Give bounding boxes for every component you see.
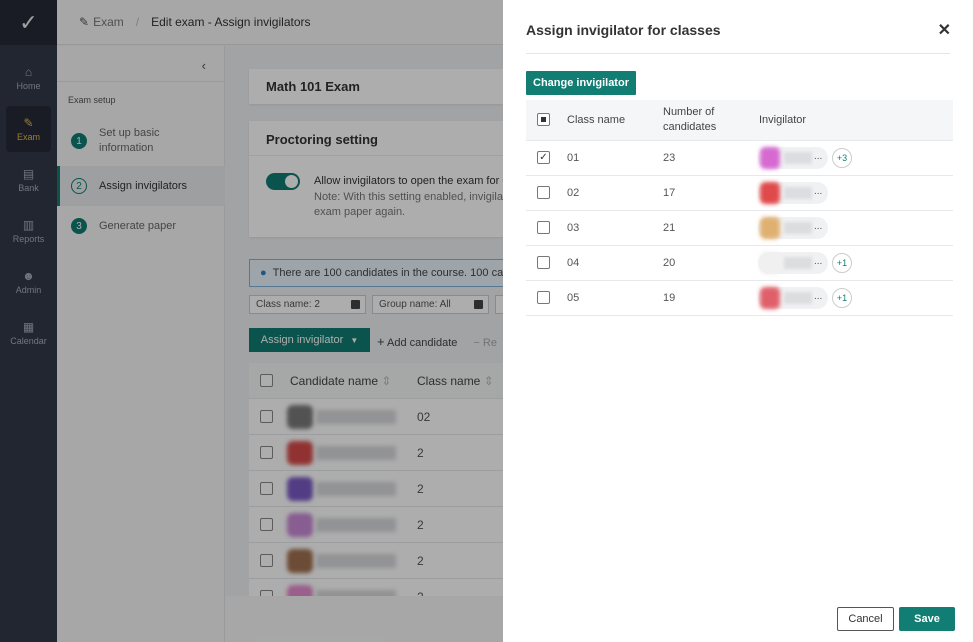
invigilator-chip[interactable]: ...	[758, 147, 828, 169]
invigilator-chip[interactable]: ...	[758, 287, 828, 309]
cancel-button[interactable]: Cancel	[837, 607, 894, 631]
close-icon[interactable]: ✕	[938, 20, 951, 40]
change-invigilator-button[interactable]: Change invigilator	[526, 71, 636, 95]
assign-invigilator-drawer: Assign invigilator for classes ✕ Change …	[503, 0, 973, 642]
invigilator-name-redacted	[784, 152, 812, 164]
more-invigilators-badge[interactable]: +1	[832, 253, 852, 273]
row-checkbox[interactable]: ✓	[537, 151, 550, 164]
column-label: Number of	[663, 106, 715, 118]
invigilator-chip[interactable]: ...	[758, 252, 828, 274]
candidate-count: 17	[663, 187, 676, 199]
class-name: 04	[567, 257, 580, 269]
row-checkbox[interactable]	[537, 291, 550, 304]
invigilator-name-redacted	[784, 187, 812, 199]
class-name: 01	[567, 152, 580, 164]
col-number-of-candidates: Number of candidates	[663, 105, 716, 135]
divider	[526, 53, 950, 54]
invigilator-name-redacted	[784, 222, 812, 234]
class-name: 03	[567, 222, 580, 234]
candidate-count: 19	[663, 292, 676, 304]
save-button[interactable]: Save	[899, 607, 955, 631]
row-checkbox[interactable]	[537, 256, 550, 269]
candidate-count: 21	[663, 222, 676, 234]
invigilator-name-redacted	[784, 292, 812, 304]
ellipsis: ...	[814, 151, 823, 162]
avatar	[760, 287, 780, 309]
candidate-count: 20	[663, 257, 676, 269]
invigilator-chip[interactable]: ...	[758, 182, 828, 204]
col-invigilator: Invigilator	[759, 114, 807, 126]
avatar	[760, 217, 780, 239]
ellipsis: ...	[814, 256, 823, 267]
avatar	[760, 147, 780, 169]
class-name: 02	[567, 187, 580, 199]
class-table: Class name Number of candidates Invigilat…	[526, 100, 953, 316]
more-invigilators-badge[interactable]: +1	[832, 288, 852, 308]
class-row[interactable]: 03 21 ...	[526, 211, 953, 246]
more-invigilators-badge[interactable]: +3	[832, 148, 852, 168]
candidate-count: 23	[663, 152, 676, 164]
class-row[interactable]: 02 17 ...	[526, 176, 953, 211]
class-row[interactable]: 04 20 ... +1	[526, 246, 953, 281]
class-row[interactable]: 05 19 ... +1	[526, 281, 953, 316]
col-class-name: Class name	[567, 114, 626, 126]
select-all-checkbox[interactable]	[537, 113, 550, 126]
table-header: Class name Number of candidates Invigilat…	[526, 100, 953, 141]
ellipsis: ...	[814, 221, 823, 232]
class-row[interactable]: ✓ 01 23 ... +3	[526, 141, 953, 176]
ellipsis: ...	[814, 186, 823, 197]
invigilator-chip[interactable]: ...	[758, 217, 828, 239]
check-icon: ✓	[539, 152, 548, 163]
modal-overlay[interactable]	[0, 0, 503, 642]
class-name: 05	[567, 292, 580, 304]
column-label: candidates	[663, 121, 717, 133]
invigilator-name-redacted	[784, 257, 812, 269]
row-checkbox[interactable]	[537, 186, 550, 199]
avatar	[760, 252, 780, 274]
drawer-title: Assign invigilator for classes	[526, 22, 721, 38]
row-checkbox[interactable]	[537, 221, 550, 234]
avatar	[760, 182, 780, 204]
ellipsis: ...	[814, 291, 823, 302]
